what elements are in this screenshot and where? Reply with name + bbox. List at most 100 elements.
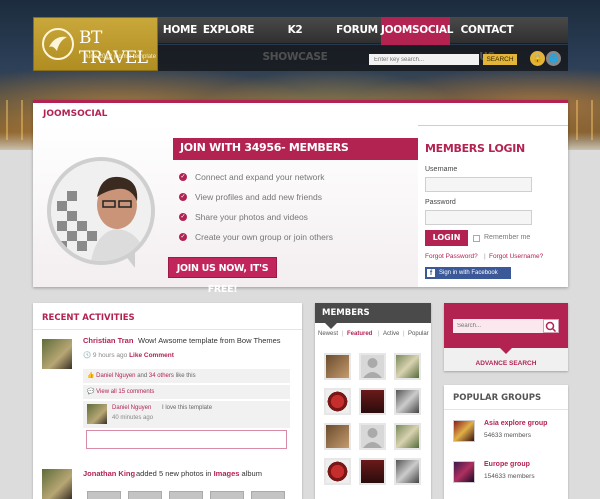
member-avatar[interactable] (359, 353, 386, 380)
member-avatar[interactable] (324, 353, 351, 380)
nav-k2-showcase[interactable]: K2 SHOWCASE (255, 17, 335, 63)
advanced-search-input[interactable] (453, 319, 543, 333)
check-icon: ✓ (179, 173, 187, 181)
site-logo[interactable]: BT TRAVEL June 2012 joomla template (33, 17, 158, 71)
nav-explore[interactable]: EXPLORE (202, 17, 255, 44)
remember-me-checkbox[interactable] (473, 235, 480, 242)
remember-me-label: Remember me (484, 234, 531, 241)
nav-joomsocial[interactable]: JOOMSOCIAL (381, 17, 453, 46)
panel-accent-line (33, 100, 568, 103)
join-now-button[interactable]: JOIN US NOW, IT'S FREE! (168, 257, 277, 295)
default-user-icon (363, 428, 382, 448)
activity-author[interactable]: Christian Tran (83, 336, 133, 345)
username-field[interactable] (425, 177, 532, 192)
forgot-password-link[interactable]: Forgot Password? (425, 253, 478, 260)
language-icon[interactable]: 🌐 (546, 51, 561, 66)
check-icon: ✓ (179, 193, 187, 201)
password-field[interactable] (425, 210, 532, 225)
album-link[interactable]: Images (214, 469, 240, 478)
nav-forum[interactable]: FORUM (335, 17, 379, 44)
search-input[interactable] (369, 54, 479, 65)
nav-home[interactable]: HOME (158, 17, 202, 44)
bird-logo-icon (42, 28, 74, 60)
comment-time: 40 minutes ago (112, 415, 154, 421)
popular-groups-widget: POPULAR GROUPS Asia explore group 54633 … (444, 385, 568, 499)
search-icon (545, 321, 557, 333)
nav-contact-us[interactable]: CONTACT US (452, 17, 522, 63)
photo-thumbnail[interactable] (251, 491, 285, 499)
activity-text: added 5 new photos in Images album (136, 469, 262, 478)
login-button[interactable]: LOGIN (425, 230, 468, 246)
comment-author[interactable]: Daniel Nguyen (112, 405, 151, 411)
tab-active[interactable]: Active (383, 331, 399, 337)
photo-thumbnail[interactable] (128, 491, 162, 499)
group-member-count: 54633 members (484, 432, 531, 439)
member-avatar[interactable] (359, 423, 386, 450)
view-all-comments-link[interactable]: 💬 View all 15 comments (87, 388, 154, 395)
feature-text: Share your photos and videos (195, 212, 308, 222)
join-banner-text: JOIN WITH 34956- MEMBERS (180, 141, 349, 154)
advanced-search-link[interactable]: ADVANCE SEARCH (444, 360, 568, 367)
password-label: Password (425, 199, 456, 206)
likes-suffix-text: like this (175, 373, 196, 379)
facebook-login-button[interactable]: f Sign in with Facebook (425, 267, 511, 279)
activity-text: Wow! Awsome template from Bow Themes (138, 336, 281, 345)
members-widget: MEMBERS Newest | Featured | Active | Pop… (315, 303, 431, 499)
group-thumbnail[interactable] (453, 420, 475, 442)
likes-and-text: and (137, 373, 148, 379)
photo-thumbnail[interactable] (169, 491, 203, 499)
avatar[interactable] (42, 339, 72, 369)
group-name[interactable]: Europe group (484, 461, 530, 468)
comment-bubble-icon: 💬 (87, 389, 95, 395)
popular-groups-title: POPULAR GROUPS (453, 393, 542, 403)
avatar[interactable] (87, 404, 107, 424)
member-avatar[interactable] (324, 458, 351, 485)
activity-time: 9 hours ago (92, 352, 128, 359)
comment-text: I love this template (162, 405, 213, 411)
lock-icon[interactable]: 🔒 (530, 51, 545, 66)
forgot-username-link[interactable]: Forgot Username? (489, 253, 543, 260)
member-avatar[interactable] (394, 353, 421, 380)
feature-text: Create your own group or join others (195, 232, 333, 242)
likes-others-link[interactable]: 34 others (149, 373, 174, 379)
panel-title: JOOMSOCIAL (43, 109, 108, 119)
likes-summary-text: 👍 Daniel Nguyen and 34 others like this (87, 372, 196, 379)
album-suffix: album (241, 469, 262, 478)
comment-item: Daniel Nguyen I love this template 40 mi… (83, 401, 290, 428)
tab-featured[interactable]: Featured (347, 331, 372, 337)
group-name[interactable]: Asia explore group (484, 420, 547, 427)
facebook-button-label: Sign in with Facebook (439, 270, 498, 276)
member-avatar[interactable] (359, 458, 386, 485)
member-avatar[interactable] (324, 423, 351, 450)
login-title: MEMBERS LOGIN (425, 142, 525, 155)
link-separator: | (484, 253, 486, 260)
search-button[interactable]: SEARCH (483, 54, 517, 65)
comment-input[interactable] (86, 430, 287, 449)
activity-author[interactable]: Jonathan King (83, 469, 135, 478)
member-avatar[interactable] (394, 423, 421, 450)
check-icon: ✓ (179, 213, 187, 221)
tab-newest[interactable]: Newest (318, 331, 338, 337)
tab-popular[interactable]: Popular (408, 331, 429, 337)
feature-text: Connect and expand your network (195, 172, 325, 182)
view-all-comments-label: View all 15 comments (96, 389, 155, 395)
tab-separator: | (342, 331, 344, 337)
logo-subtitle: June 2012 joomla template (84, 54, 157, 60)
group-thumbnail[interactable] (453, 461, 475, 483)
member-avatar[interactable] (394, 458, 421, 485)
facebook-icon: f (427, 269, 435, 277)
activity-meta: 🕓 9 hours ago Like Comment (83, 351, 174, 359)
comment-link[interactable]: Comment (144, 352, 174, 359)
likes-user-link[interactable]: Daniel Nguyen (96, 373, 135, 379)
advanced-search-button[interactable] (543, 319, 559, 333)
avatar[interactable] (42, 469, 72, 499)
member-avatar[interactable] (359, 388, 386, 415)
photo-thumbnail[interactable] (210, 491, 244, 499)
advanced-search-tail (500, 348, 512, 354)
member-avatar[interactable] (324, 388, 351, 415)
like-link[interactable]: Like (129, 352, 142, 359)
logo-title: BT TRAVEL (79, 28, 148, 68)
photo-thumbnail[interactable] (87, 491, 121, 499)
section-divider (33, 329, 302, 330)
member-avatar[interactable] (394, 388, 421, 415)
